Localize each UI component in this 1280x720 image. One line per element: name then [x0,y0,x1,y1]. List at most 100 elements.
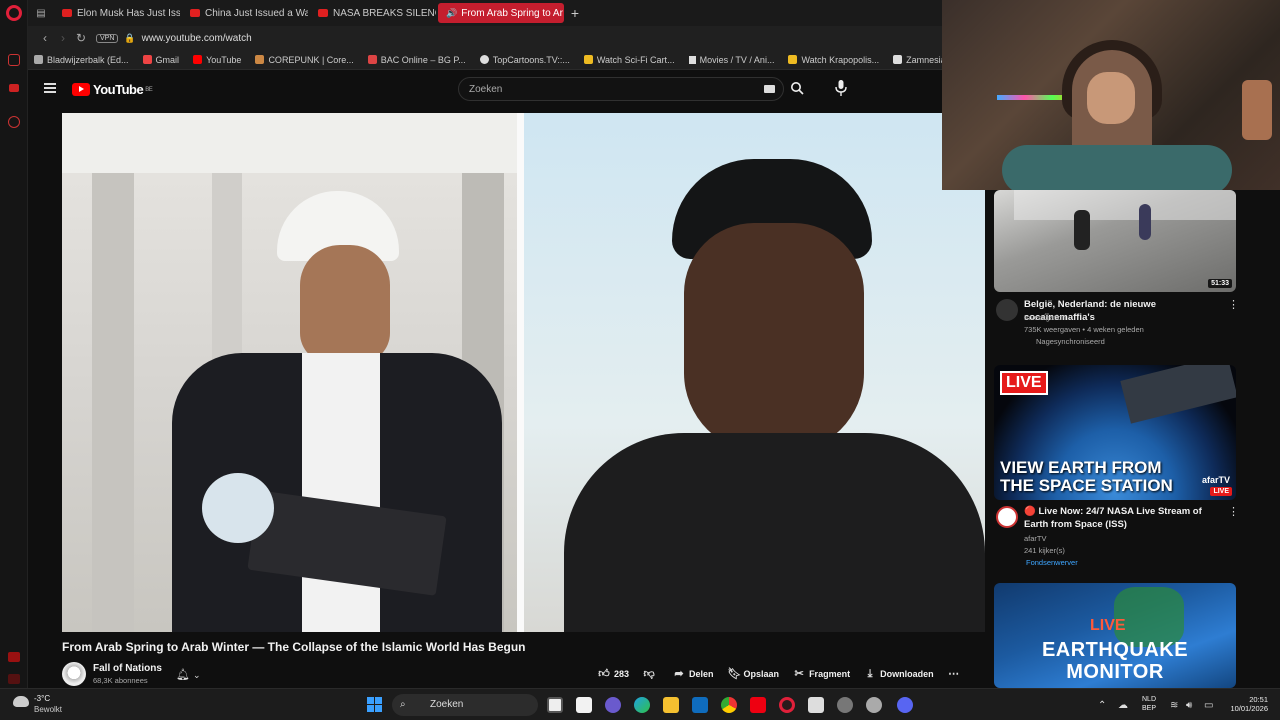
edge-icon[interactable] [634,697,650,713]
taskbar: -3°C Bewolkt ⌕ Zoeken ⌃ ☁ NLD BEP ≋ 🔊︎ ▭… [0,688,1280,720]
chrome-icon[interactable] [721,697,737,713]
language-indicator[interactable]: NLD BEP [1142,695,1156,713]
more-vertical-icon[interactable]: ⋮ [1228,298,1239,311]
tab-menu-icon[interactable]: ▤ [28,8,54,19]
tab[interactable]: Elon Musk Has Just Issue [54,3,180,23]
tab-label: NASA BREAKS SILENCE o [333,7,436,19]
wifi-icon[interactable]: ≋ [1170,700,1178,711]
recommendation-channel[interactable]: afarTV [1024,533,1047,544]
opera-sidebar [0,0,28,720]
volume-icon[interactable]: 🔊︎ [1186,700,1192,711]
recommendation-channel[interactable]: Investigation [1024,312,1066,323]
tab-active[interactable]: 🔊 From Arab Spring to Ar [438,3,564,23]
microphone-icon[interactable] [834,79,848,97]
like-button[interactable]: 👍︎ 283 [598,668,629,680]
outlook-icon[interactable] [692,697,708,713]
tab-label: China Just Issued a Warni [205,7,308,19]
onedrive-icon[interactable]: ☁ [1118,700,1128,711]
gx-icon[interactable] [8,652,20,662]
bookmark-item[interactable]: COREPUNK | Core... [255,55,354,65]
forward-icon[interactable]: › [54,31,72,45]
dubbed-badge: Nagesynchroniseerd [1036,337,1105,346]
channel-avatar[interactable] [62,662,86,686]
vpn-badge[interactable]: VPN [96,33,119,43]
temperature[interactable]: -3°C [34,694,50,703]
more-vertical-icon[interactable]: ⋮ [1228,505,1239,518]
more-actions-button[interactable]: ⋯ [948,668,964,680]
recommendation-thumbnail[interactable]: LIVE VIEW EARTH FROM THE SPACE STATION a… [994,365,1236,500]
bookmark-item[interactable]: TopCartoons.TV::... [479,55,570,65]
opera-gx-icon[interactable] [779,697,795,713]
taskbar-search[interactable]: ⌕ Zoeken [392,694,538,716]
notification-bell-icon[interactable]: 🔔︎ ⌄ [176,668,201,681]
youtube-logo[interactable]: YouTube BE [72,82,153,97]
app-icon[interactable] [837,697,853,713]
settings-icon[interactable] [8,674,20,684]
fundraiser-badge: Fondsenwerver [1026,558,1078,567]
thumbs-up-icon: 👍︎ [598,668,610,680]
tab-label: Elon Musk Has Just Issue [77,7,180,19]
video-player[interactable] [62,113,985,632]
new-tab-button[interactable]: + [566,5,584,21]
more-horizontal-icon: ⋯ [948,668,960,680]
recommendation-thumbnail[interactable]: LIVE EARTHQUAKE MONITOR [994,583,1236,688]
discord-icon[interactable] [897,697,913,713]
chevron-up-icon[interactable]: ⌃ [1098,700,1106,711]
gear-icon[interactable] [866,697,882,713]
keyboard-layout: BEP [1142,705,1157,712]
bookmark-item[interactable]: Movies / TV / Ani... [688,55,774,65]
channel-avatar[interactable] [996,506,1018,528]
share-button[interactable]: ➦ Delen [673,668,713,680]
bookmark-item[interactable]: Watch Sci-Fi Cart... [583,55,675,65]
bookmark-label: BAC Online – BG P... [380,54,466,65]
houses [1014,190,1236,220]
weather-description: Bewolkt [34,705,63,714]
win-tile [367,697,374,704]
teams-icon[interactable] [605,697,621,713]
recommendation-thumbnail[interactable]: 51:33 [994,190,1236,292]
channel-name[interactable]: Fall of Nations [93,663,162,674]
url-field[interactable]: www.youtube.com/watch [142,33,252,44]
thumbs-down-icon: 👎︎ [643,668,655,680]
blueprint-roll [202,473,274,543]
back-icon[interactable]: ‹ [36,31,54,45]
clip-button[interactable]: ✂ Fragment [793,668,850,680]
download-button[interactable]: ⤓ Downloaden [864,668,934,680]
search-icon[interactable] [790,81,804,95]
file-explorer-icon[interactable] [663,697,679,713]
scissors-icon: ✂ [794,668,804,680]
youtube-app-icon[interactable] [750,697,766,713]
clock[interactable]: 20:51 10/01/2026 [1226,695,1268,713]
date: 10/01/2026 [1230,704,1268,713]
cloud-icon[interactable] [13,696,29,707]
bookmark-item[interactable]: Watch Krapopolis... [788,55,879,65]
reload-icon[interactable]: ↻ [72,31,90,45]
bookmark-item[interactable]: BAC Online – BG P... [367,54,466,65]
aria-icon[interactable] [8,54,20,66]
recommendation-stats: 735K weergaven • 4 weken geleden [1024,325,1144,334]
opera-logo-icon[interactable] [6,5,22,21]
dislike-button[interactable]: 👎︎ [643,668,659,680]
battery-icon[interactable]: ▭ [1204,700,1213,711]
windows-start-icon[interactable] [367,697,383,713]
youtube-sidebar-icon[interactable] [9,84,19,92]
share-icon: ➦ [674,668,684,680]
youtube-favicon-icon [62,9,72,17]
history-icon[interactable] [8,116,20,128]
search-input[interactable]: Zoeken [458,77,784,101]
chevron-down-icon[interactable]: ⌄ [193,670,201,680]
menu-icon[interactable] [44,83,56,93]
keyboard-icon[interactable] [764,85,775,93]
recommendation-title[interactable]: 🔴 Live Now: 24/7 NASA Live Stream of Ear… [1024,505,1224,531]
tab[interactable]: China Just Issued a Warni [182,3,308,23]
calendar-icon[interactable] [576,697,592,713]
bookmark-item[interactable]: Gmail [142,55,179,65]
bookmark-item[interactable]: Bladwijzerbalk (Ed... [34,55,129,65]
save-button[interactable]: 🔖︎ Opslaan [728,668,780,680]
tab[interactable]: NASA BREAKS SILENCE o [310,3,436,23]
zamnesia-icon [893,55,903,64]
task-view-icon[interactable] [547,697,563,713]
calculator-icon[interactable] [808,697,824,713]
channel-avatar[interactable] [996,299,1018,321]
bookmark-item[interactable]: YouTube [193,55,241,65]
